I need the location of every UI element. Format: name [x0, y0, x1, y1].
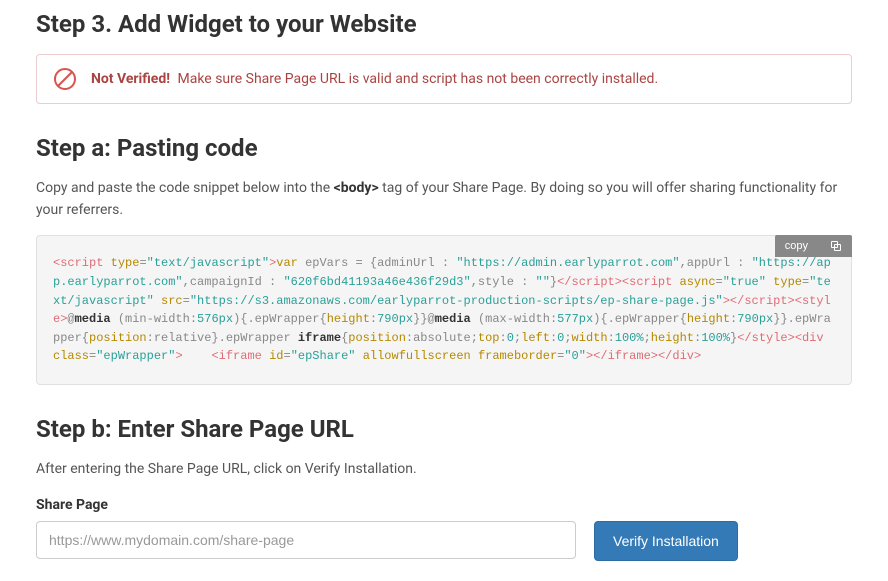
- not-verified-alert: Not Verified! Make sure Share Page URL i…: [36, 54, 852, 104]
- copy-icon: [830, 240, 842, 252]
- step-a-title: Step a: Pasting code: [36, 134, 852, 162]
- code-snippet[interactable]: <script type="text/javascript">var epVar…: [36, 235, 852, 385]
- body-tag-literal: <body>: [334, 180, 379, 196]
- alert-strong: Not Verified!: [91, 71, 170, 87]
- step-a-paragraph: Copy and paste the code snippet below in…: [36, 178, 852, 221]
- step-b-title: Step b: Enter Share Page URL: [36, 415, 852, 443]
- code-block: copy <script type="text/javascript">var …: [36, 235, 852, 385]
- share-page-form-row: Verify Installation: [36, 521, 852, 561]
- copy-button[interactable]: copy: [775, 235, 852, 257]
- step-b-paragraph: After entering the Share Page URL, click…: [36, 459, 852, 481]
- alert-message: Make sure Share Page URL is valid and sc…: [178, 71, 659, 87]
- step3-title: Step 3. Add Widget to your Website: [36, 10, 852, 38]
- prohibited-icon: [53, 67, 77, 91]
- copy-button-label: copy: [785, 240, 808, 252]
- step-a-text-before: Copy and paste the code snippet below in…: [36, 180, 334, 196]
- share-page-label: Share Page: [36, 497, 852, 513]
- verify-installation-button[interactable]: Verify Installation: [594, 521, 738, 561]
- alert-text: Not Verified! Make sure Share Page URL i…: [91, 71, 658, 87]
